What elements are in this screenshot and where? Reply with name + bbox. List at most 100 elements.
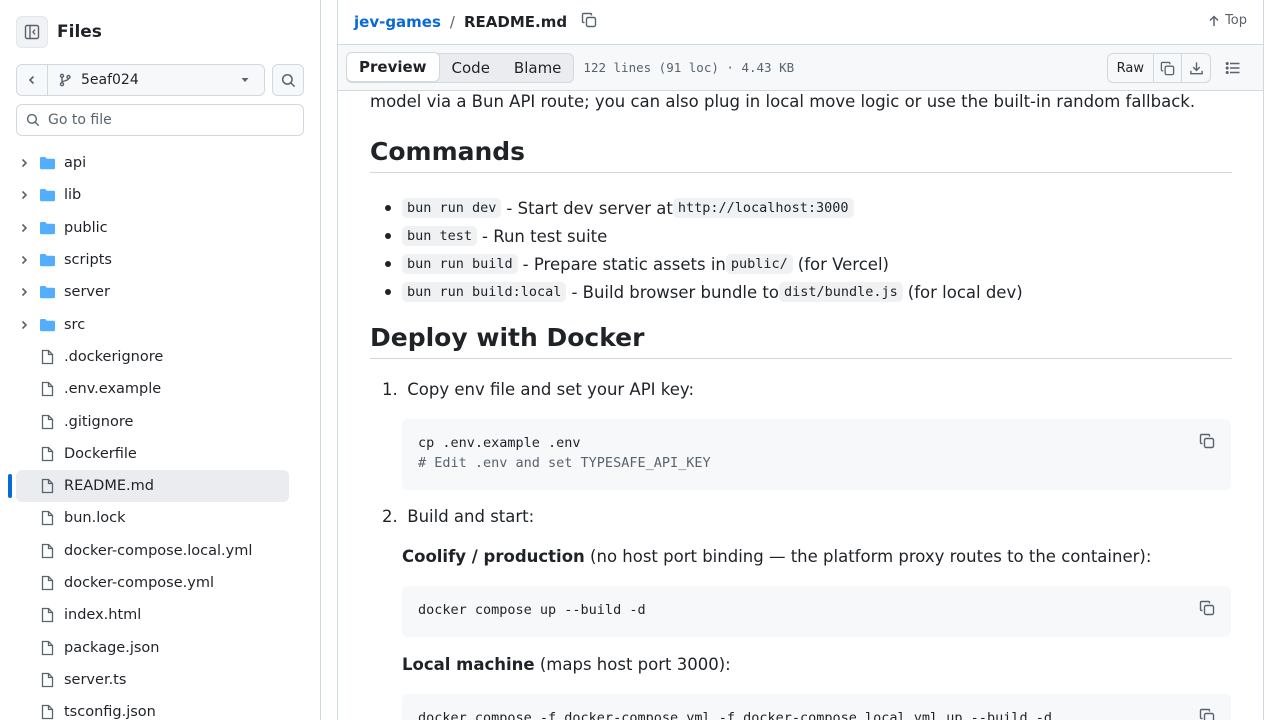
tree-folder-item[interactable]: scripts <box>0 244 320 276</box>
inline-code: http://localhost:3000 <box>672 198 854 218</box>
back-button[interactable] <box>17 65 48 95</box>
chevron-right-icon[interactable] <box>18 189 30 201</box>
chevron-right-icon[interactable] <box>18 254 30 266</box>
breadcrumb-separator: / <box>449 13 455 31</box>
tree-folder-item[interactable]: server <box>0 276 320 308</box>
download-icon <box>1189 61 1203 74</box>
copy-path-button[interactable] <box>581 12 597 32</box>
tree-file-item[interactable]: docker-compose.yml <box>0 567 320 599</box>
tree-item-label: index.html <box>64 607 142 624</box>
step-text: Build and start: <box>407 507 535 526</box>
chevron-right-icon[interactable] <box>18 157 30 169</box>
outline-button[interactable] <box>1217 53 1249 83</box>
tree-item-label: README.md <box>64 478 154 495</box>
copy-icon <box>1160 61 1175 75</box>
branch-name: 5eaf024 <box>81 72 139 88</box>
list-item: bun test - Run test suite <box>385 222 1023 250</box>
file-icon <box>41 446 54 461</box>
tree-item-label: docker-compose.yml <box>64 575 214 591</box>
search-files-button[interactable] <box>272 64 304 96</box>
tree-file-item[interactable]: .gitignore <box>0 405 320 437</box>
code-line: docker compose -f docker-compose.yml -f … <box>418 710 1052 720</box>
tab-code[interactable]: Code <box>440 54 502 82</box>
file-icon <box>41 349 54 365</box>
sidebar-collapse-icon <box>24 24 40 40</box>
go-to-file-input[interactable] <box>48 112 288 128</box>
copy-code-button[interactable] <box>1199 600 1215 622</box>
inline-code: bun run build:local <box>402 282 567 302</box>
tree-file-item[interactable]: docker-compose.local.yml <box>0 535 320 567</box>
inline-code: dist/bundle.js <box>778 282 903 302</box>
copy-raw-button[interactable] <box>1154 54 1182 82</box>
tree-folder-item[interactable]: api <box>0 147 320 179</box>
code-comment: # Edit .env and set TYPESAFE_API_KEY <box>418 455 711 471</box>
tree-file-item[interactable]: .env.example <box>0 373 320 405</box>
list-number: 1. <box>382 380 398 399</box>
file-icon <box>41 543 54 558</box>
list-item-text: (for local dev) <box>907 282 1023 302</box>
sidebar-title: Files <box>57 22 102 42</box>
tree-file-item[interactable]: tsconfig.json <box>0 696 320 720</box>
code-block: docker compose up --build -d <box>402 586 1231 637</box>
chevron-right-icon[interactable] <box>18 319 30 331</box>
copy-code-button[interactable] <box>1199 433 1215 455</box>
file-icon <box>41 511 54 526</box>
go-to-file-field[interactable] <box>16 104 304 136</box>
tree-item-label: src <box>64 316 86 333</box>
tab-preview[interactable]: Preview <box>346 52 440 82</box>
folder-icon <box>40 254 55 267</box>
file-icon <box>41 608 54 623</box>
file-icon <box>41 575 54 591</box>
bold-text: Coolify / production <box>402 547 585 566</box>
list-item-text: (for Vercel) <box>797 254 889 274</box>
tree-file-item[interactable]: Dockerfile <box>0 438 320 470</box>
search-icon <box>26 113 40 127</box>
paragraph: Local machine (maps host port 3000): <box>402 655 731 674</box>
tree-item-label: .gitignore <box>64 413 134 430</box>
tree-item-label: api <box>64 155 87 172</box>
tree-item-label: .dockerignore <box>64 348 164 365</box>
tree-item-label: tsconfig.json <box>64 704 156 720</box>
tree-item-label: server <box>64 284 110 301</box>
copy-code-button[interactable] <box>1199 708 1215 720</box>
list-item-text: - Prepare static assets in <box>522 254 726 274</box>
readme-content: model via a Bun API route; you can also … <box>370 91 1232 720</box>
branch-select-button[interactable]: 5eaf024 <box>48 65 264 95</box>
heading-commands: Commands <box>370 137 1232 173</box>
tree-folder-item[interactable]: lib <box>0 179 320 211</box>
breadcrumb-repo-link[interactable]: jev-games <box>354 13 441 31</box>
branch-picker: 5eaf024 <box>16 64 265 96</box>
list-item-text: - Build browser bundle to <box>571 282 779 302</box>
file-tree-sidebar: Files 5eaf024 api lib public scripts server s… <box>0 0 321 720</box>
chevron-right-icon[interactable] <box>18 222 30 234</box>
list-item: bun run build - Prepare static assets in… <box>385 250 1023 278</box>
tab-blame[interactable]: Blame <box>502 54 574 82</box>
file-icon <box>41 382 54 397</box>
tree-item-label: package.json <box>64 639 160 656</box>
tree-file-item[interactable]: package.json <box>0 631 320 663</box>
commands-list: bun run dev - Start dev server at http:/… <box>385 194 1023 306</box>
top-label: Top <box>1225 13 1247 28</box>
tree-folder-item[interactable]: src <box>0 308 320 340</box>
tree-file-item[interactable]: README.md <box>0 469 320 503</box>
copy-icon <box>1199 600 1215 616</box>
raw-button[interactable]: Raw <box>1108 54 1154 82</box>
chevron-right-icon[interactable] <box>18 286 30 298</box>
tree-file-item[interactable]: bun.lock <box>0 502 320 534</box>
folder-icon <box>40 189 55 202</box>
arrow-up-icon <box>1209 14 1219 26</box>
file-view: jev-games / README.md Top Preview Code B… <box>337 0 1264 720</box>
collapse-sidebar-button[interactable] <box>16 16 48 48</box>
tree-folder-item[interactable]: public <box>0 212 320 244</box>
tree-file-item[interactable]: .dockerignore <box>0 341 320 373</box>
tree-item-label: Dockerfile <box>64 445 137 462</box>
tree-file-item[interactable]: server.ts <box>0 664 320 696</box>
tree-file-item[interactable]: index.html <box>0 599 320 631</box>
download-button[interactable] <box>1182 54 1210 82</box>
back-to-top-button[interactable]: Top <box>1208 13 1247 28</box>
step-text: Copy env file and set your API key: <box>407 380 695 399</box>
copy-icon <box>1199 708 1215 720</box>
code-line: cp .env.example .env <box>418 435 581 451</box>
list-item: bun run build:local - Build browser bund… <box>385 278 1023 306</box>
heading-deploy: Deploy with Docker <box>370 323 1232 359</box>
